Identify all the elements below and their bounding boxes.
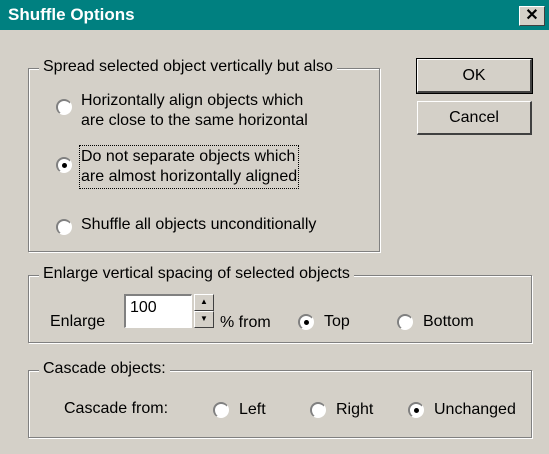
spread-label-align[interactable]: Horizontally align objects which are clo… — [81, 91, 308, 131]
enlarge-radio-bottom[interactable] — [397, 314, 413, 330]
enlarge-group: Enlarge vertical spacing of selected obj… — [28, 265, 532, 343]
cancel-button[interactable]: Cancel — [417, 101, 532, 135]
cascade-group-legend: Cascade objects: — [39, 360, 170, 378]
cascade-label-unchanged[interactable]: Unchanged — [434, 400, 516, 420]
cascade-radio-left[interactable] — [213, 402, 229, 418]
cascade-radio-right[interactable] — [310, 402, 326, 418]
spin-down-button[interactable]: ▼ — [194, 311, 214, 328]
spread-radio-no-separate[interactable] — [56, 157, 72, 173]
enlarge-label-bottom[interactable]: Bottom — [423, 312, 474, 332]
enlarge-value-input[interactable]: 100 — [124, 294, 192, 328]
spread-group-legend: Spread selected object vertically but al… — [39, 58, 337, 76]
cascade-label-right[interactable]: Right — [336, 400, 373, 420]
radio-selected-dot — [414, 408, 419, 413]
enlarge-suffix-label: % from — [220, 314, 271, 331]
shuffle-options-dialog: Shuffle Options ✕ Spread selected object… — [0, 0, 549, 454]
spread-label-no-separate[interactable]: Do not separate objects which are almost… — [78, 145, 300, 189]
cascade-radio-unchanged[interactable] — [408, 402, 424, 418]
enlarge-group-legend: Enlarge vertical spacing of selected obj… — [39, 265, 354, 283]
ok-button[interactable]: OK — [416, 58, 533, 94]
cascade-label-left[interactable]: Left — [239, 400, 266, 420]
spin-up-icon: ▲ — [200, 297, 208, 306]
spread-radio-shuffle-all[interactable] — [56, 219, 72, 235]
close-icon: ✕ — [525, 7, 539, 24]
enlarge-radio-top[interactable] — [298, 314, 314, 330]
spread-radio-align[interactable] — [56, 99, 72, 115]
spin-up-button[interactable]: ▲ — [194, 294, 214, 311]
close-button[interactable]: ✕ — [519, 6, 545, 26]
dialog-title: Shuffle Options — [8, 5, 135, 24]
radio-selected-dot — [62, 163, 67, 168]
cascade-label: Cascade from: — [64, 400, 169, 417]
enlarge-label: Enlarge — [50, 313, 106, 330]
title-bar: Shuffle Options ✕ — [0, 0, 549, 30]
enlarge-label-top[interactable]: Top — [324, 312, 350, 332]
spread-label-shuffle-all[interactable]: Shuffle all objects unconditionally — [81, 215, 316, 235]
radio-selected-dot — [304, 320, 309, 325]
spin-down-icon: ▼ — [200, 314, 208, 323]
